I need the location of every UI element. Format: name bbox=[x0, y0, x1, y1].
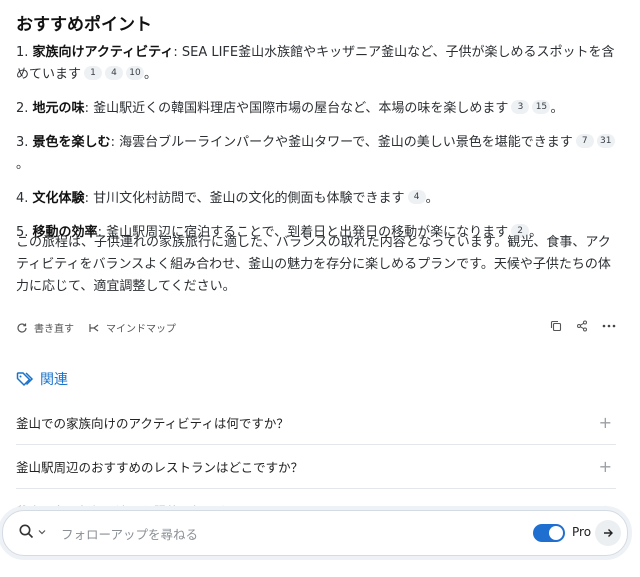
plus-icon: + bbox=[598, 412, 612, 432]
pro-label: Pro bbox=[572, 525, 592, 539]
point-end: 。 bbox=[425, 191, 439, 206]
share-icon[interactable] bbox=[576, 320, 588, 332]
rewrite-icon bbox=[17, 322, 27, 333]
plus-icon: + bbox=[598, 456, 612, 476]
point-end: 。 bbox=[550, 101, 564, 116]
answer-tools bbox=[550, 320, 616, 332]
rewrite-label: 書き直す bbox=[34, 324, 74, 335]
related-question-text: 釜山駅周辺のおすすめのレストランはどこですか？ bbox=[16, 459, 304, 475]
more-icon[interactable] bbox=[602, 320, 616, 332]
mindmap-icon bbox=[89, 323, 99, 332]
point-text: : 海雲台ブルーラインパークや釜山タワーで、釜山の美しい景色を堪能できます bbox=[110, 135, 573, 150]
section-title: おすすめポイント bbox=[16, 15, 152, 35]
point-heading: 文化体験 bbox=[32, 191, 85, 206]
citation-badge[interactable]: 3 bbox=[511, 100, 530, 114]
citation-badge[interactable]: 15 bbox=[532, 100, 551, 114]
point-end: 。 bbox=[144, 67, 158, 82]
list-item: 1. 家族向けアクティビティ: SEA LIFE釜山水族館やキッザニア釜山など、… bbox=[16, 42, 616, 86]
related-heading: 関連 bbox=[16, 369, 68, 389]
tag-icon bbox=[16, 372, 34, 387]
citation-badge[interactable]: 7 bbox=[575, 134, 594, 148]
related-question[interactable]: 釜山での家族向けのアクティビティは何ですか？ + bbox=[16, 400, 616, 445]
point-number: 4. bbox=[16, 191, 29, 206]
chevron-down-icon bbox=[38, 529, 46, 534]
arrow-right-icon bbox=[604, 529, 613, 537]
citation-badge[interactable]: 4 bbox=[407, 190, 426, 204]
pro-toggle[interactable] bbox=[533, 524, 565, 542]
followup-bar: Pro bbox=[2, 510, 628, 556]
toggle-knob bbox=[549, 526, 563, 540]
list-item: 4. 文化体験: 甘川文化村訪問で、釜山の文化的側面も体験できます 4。 bbox=[16, 188, 616, 210]
point-number: 2. bbox=[16, 101, 29, 116]
list-item: 2. 地元の味: 釜山駅近くの韓国料理店や国際市場の屋台など、本場の味を楽しめま… bbox=[16, 98, 616, 120]
point-end: 。 bbox=[16, 157, 30, 172]
citation-badge[interactable]: 1 bbox=[84, 66, 103, 80]
list-item: 3. 景色を楽しむ: 海雲台ブルーラインパークや釜山タワーで、釜山の美しい景色を… bbox=[16, 132, 616, 176]
mindmap-label: マインドマップ bbox=[106, 324, 176, 335]
citation-badge[interactable]: 4 bbox=[105, 66, 124, 80]
related-title: 関連 bbox=[40, 372, 68, 388]
copy-icon[interactable] bbox=[550, 320, 562, 332]
points-list: 1. 家族向けアクティビティ: SEA LIFE釜山水族館やキッザニア釜山など、… bbox=[16, 42, 616, 256]
point-number: 3. bbox=[16, 135, 29, 150]
point-text: : 釜山駅近くの韓国料理店や国際市場の屋台など、本場の味を楽しめます bbox=[84, 101, 509, 116]
related-question-text: 釜山での家族向けのアクティビティは何ですか？ bbox=[16, 415, 289, 431]
rewrite-button[interactable]: 書き直す bbox=[16, 320, 74, 335]
answer-actions: 書き直す マインドマップ bbox=[16, 320, 616, 340]
point-heading: 景色を楽しむ bbox=[32, 135, 111, 150]
send-button[interactable] bbox=[595, 520, 621, 546]
mindmap-button[interactable]: マインドマップ bbox=[88, 320, 176, 335]
search-icon bbox=[19, 524, 34, 539]
search-mode-selector[interactable] bbox=[19, 524, 46, 539]
point-number: 1. bbox=[16, 45, 29, 60]
summary-text: この旅程は、子供連れの家族旅行に適した、バランスの取れた内容となっています。観光… bbox=[16, 235, 611, 294]
point-heading: 家族向けアクティビティ bbox=[32, 45, 174, 60]
point-heading: 地元の味 bbox=[32, 101, 85, 116]
point-text: : 甘川文化村訪問で、釜山の文化的側面も体験できます bbox=[84, 191, 405, 206]
citation-badge[interactable]: 31 bbox=[596, 134, 615, 148]
followup-input[interactable] bbox=[59, 522, 483, 546]
citation-badge[interactable]: 10 bbox=[126, 66, 145, 80]
related-question[interactable]: 釜山駅周辺のおすすめのレストランはどこですか？ + bbox=[16, 444, 616, 489]
